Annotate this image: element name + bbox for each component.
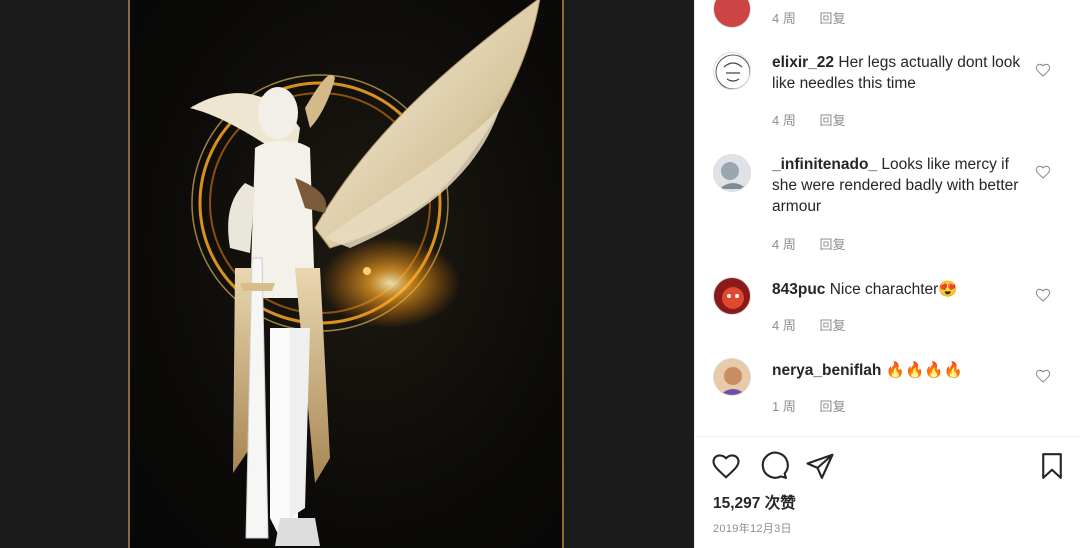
avatar[interactable] bbox=[713, 154, 751, 192]
warrior-artwork bbox=[190, 0, 541, 546]
comment-body: 843puc Nice charachter😍 bbox=[772, 279, 1024, 300]
post-image[interactable] bbox=[128, 0, 564, 548]
comment-age: 4 周 bbox=[772, 113, 796, 128]
comment-meta: 4 周 回复 bbox=[772, 234, 865, 253]
reply-button[interactable]: 回复 bbox=[819, 318, 845, 333]
comment-body: nerya_beniflah 🔥🔥🔥🔥 bbox=[772, 360, 1024, 381]
comment-meta: 4 周 回复 bbox=[772, 110, 865, 129]
comment-age: 4 周 bbox=[772, 11, 796, 26]
like-count[interactable]: 15,297 次赞 bbox=[713, 491, 796, 513]
avatar[interactable] bbox=[713, 0, 751, 28]
comment-username[interactable]: nerya_beniflah bbox=[772, 362, 881, 379]
comment-list[interactable]: 4 周 回复 elixir_22 Her legs actually dont … bbox=[695, 0, 1080, 436]
comment-text: 🔥🔥🔥🔥 bbox=[885, 362, 963, 379]
post-image-pane bbox=[0, 0, 694, 548]
comment-age: 1 周 bbox=[772, 399, 796, 414]
comment-username[interactable]: elixir_22 bbox=[772, 54, 834, 71]
like-comment-icon[interactable] bbox=[1035, 62, 1051, 78]
like-comment-icon[interactable] bbox=[1035, 164, 1051, 180]
comments-pane: 4 周 回复 elixir_22 Her legs actually dont … bbox=[694, 0, 1080, 548]
like-comment-icon[interactable] bbox=[1035, 287, 1051, 303]
heart-icon[interactable] bbox=[711, 451, 741, 481]
comment-username[interactable]: 843puc bbox=[772, 281, 825, 298]
avatar[interactable] bbox=[713, 52, 751, 90]
reply-button[interactable]: 回复 bbox=[819, 237, 845, 252]
comment-username[interactable]: _infinitenado_ bbox=[772, 156, 877, 173]
comment-meta: 4 周 回复 bbox=[772, 315, 865, 334]
comment-age: 4 周 bbox=[772, 237, 796, 252]
comment-meta: 4 周 回复 bbox=[772, 8, 865, 27]
comment-body: elixir_22 Her legs actually dont look li… bbox=[772, 52, 1024, 94]
bookmark-icon[interactable] bbox=[1037, 451, 1067, 481]
comment-text: Nice charachter😍 bbox=[829, 281, 958, 298]
post-actions: 15,297 次赞 2019年12月3日 bbox=[695, 436, 1080, 548]
reply-button[interactable]: 回复 bbox=[819, 399, 845, 414]
post-date: 2019年12月3日 bbox=[713, 523, 792, 535]
comment-icon[interactable] bbox=[759, 451, 789, 481]
comment-body: _infinitenado_ Looks like mercy if she w… bbox=[772, 154, 1024, 217]
avatar[interactable] bbox=[713, 358, 751, 396]
comment-meta: 1 周 回复 bbox=[772, 396, 865, 415]
avatar[interactable] bbox=[713, 277, 751, 315]
comment-age: 4 周 bbox=[772, 318, 796, 333]
like-comment-icon[interactable] bbox=[1035, 368, 1051, 384]
reply-button[interactable]: 回复 bbox=[819, 11, 845, 26]
reply-button[interactable]: 回复 bbox=[819, 113, 845, 128]
share-icon[interactable] bbox=[805, 451, 835, 481]
